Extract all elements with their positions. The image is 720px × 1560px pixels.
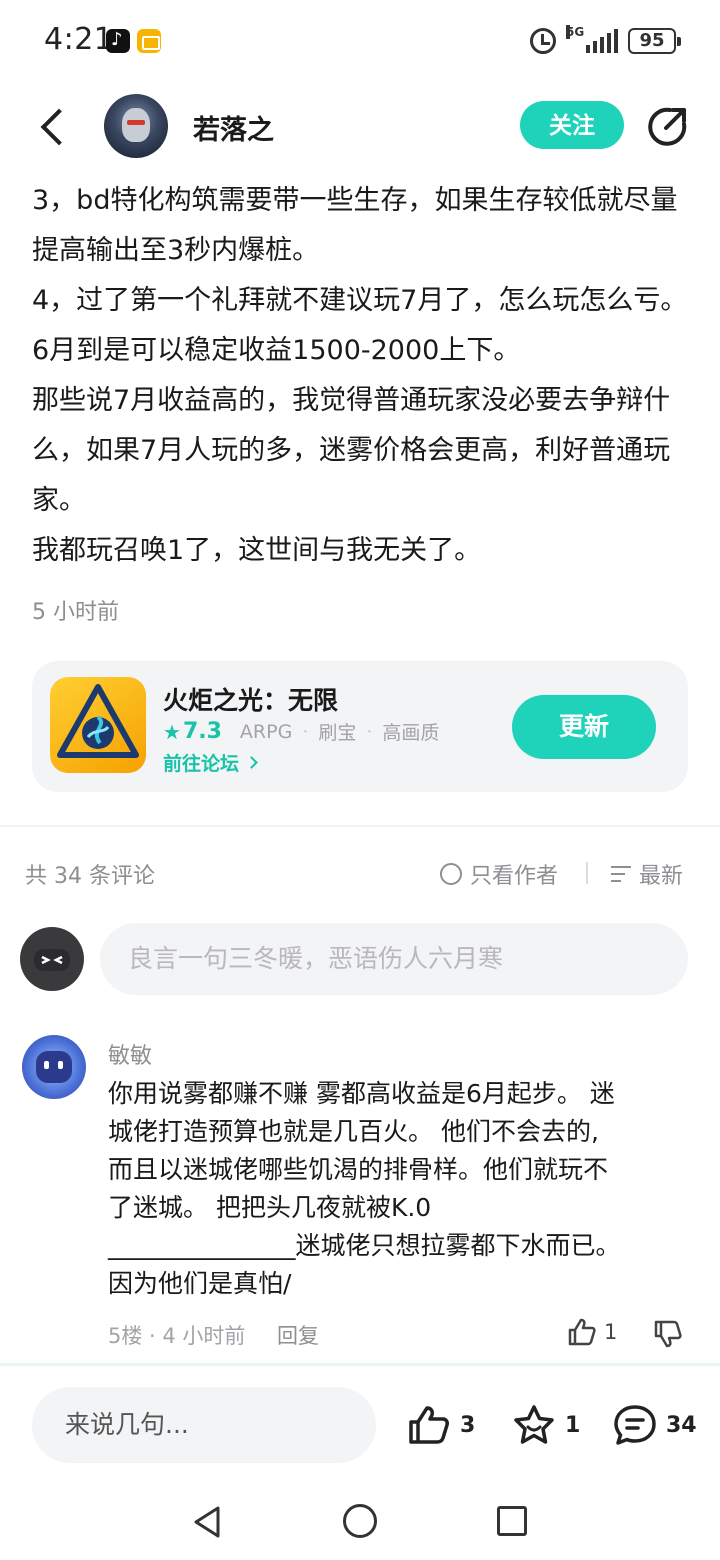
commenter-avatar[interactable] (22, 1035, 86, 1099)
game-tag: ARPG (239, 720, 293, 743)
comment-line: 而且以迷城佬哪些饥渴的排骨样。他们就玩不 (108, 1155, 609, 1184)
game-tag: 高画质 (382, 722, 440, 744)
system-nav-bar (0, 1490, 720, 1560)
my-avatar (20, 927, 84, 991)
game-name: 火炬之光：无限 (163, 686, 339, 715)
thumbs-up-icon (568, 1318, 596, 1346)
back-button[interactable] (34, 104, 74, 150)
reply-button[interactable]: 回复 (277, 1320, 319, 1350)
game-icon (50, 677, 146, 773)
chevron-right-icon (245, 756, 258, 769)
author-only-label: 只看作者 (470, 864, 559, 889)
comment-meta: 5楼 · 4 小时前 (108, 1324, 246, 1348)
post-header: 若落之 关注 (0, 84, 720, 170)
sort-latest-button[interactable]: 最新 (611, 858, 683, 890)
comment-line: 了迷城。 把把头几夜就被K.0 (108, 1193, 432, 1222)
like-count: 3 (460, 1412, 476, 1438)
mail-icon (137, 29, 161, 53)
forum-link-label: 前往论坛 (163, 753, 240, 775)
dot-separator: · (366, 720, 373, 743)
separator (586, 862, 588, 884)
share-button[interactable] (646, 104, 690, 148)
favorite-button[interactable]: 1 (511, 1402, 580, 1448)
author-only-toggle[interactable]: 只看作者 (440, 858, 558, 890)
star-outline-icon (514, 1405, 554, 1444)
post-paragraph: 3，bd特化构筑需要带一些生存，如果生存较低就尽量提高输出至3秒内爆桩。 (32, 185, 678, 266)
share-icon (648, 107, 687, 146)
author-avatar[interactable] (104, 94, 168, 158)
comment-dislike-button[interactable] (652, 1318, 684, 1354)
post-body: 3，bd特化构筑需要带一些生存，如果生存较低就尽量提高输出至3秒内爆桩。 4，过… (32, 176, 692, 576)
comment-count: 34 (666, 1412, 697, 1438)
comment-text: 你用说雾都赚不赚 雾都高收益是6月起步。 迷 城佬打造预算也就是几百火。 他们不… (108, 1075, 698, 1303)
update-button[interactable]: 更新 (512, 695, 656, 759)
forum-link[interactable]: 前往论坛 (163, 749, 258, 776)
post-paragraph: 4，过了第一个礼拜就不建议玩7月了，怎么玩怎么亏。6月到是可以稳定收益1500-… (32, 285, 688, 366)
game-rating: 7.3 (182, 719, 222, 744)
alarm-icon (530, 28, 556, 54)
battery-icon: 95 (628, 28, 681, 54)
signal-icon: 5G (566, 25, 618, 53)
favorite-count: 1 (565, 1412, 581, 1438)
triangle-back-icon (194, 1506, 220, 1538)
post-time: 5 小时前 (32, 600, 119, 625)
comment-input[interactable]: 良言一句三冬暖，恶语伤人六月寒 (100, 923, 688, 995)
post-paragraph: 我都玩召唤1了，这世间与我无关了。 (32, 535, 482, 566)
comment-button[interactable]: 34 (612, 1402, 697, 1448)
comment-line: _______________迷城佬只想拉雾都下水而已。 (108, 1231, 621, 1260)
tiktok-icon (106, 29, 130, 53)
follow-button[interactable]: 关注 (520, 101, 624, 149)
status-bar: 4:21 5G 95 (0, 0, 720, 84)
sort-label: 最新 (639, 864, 684, 889)
bottom-comment-input[interactable]: 来说几句... (32, 1387, 376, 1463)
post-paragraph: 那些说7月收益高的，我觉得普通玩家没必要去争辩什么，如果7月人玩的多，迷雾价格会… (32, 385, 671, 516)
divider (0, 825, 720, 827)
comment-like-count: 1 (604, 1320, 618, 1344)
network-label: 5G (566, 25, 585, 39)
comment-line: 城佬打造预算也就是几百火。 他们不会去的, (108, 1117, 599, 1146)
commenter-name[interactable]: 敏敏 (108, 1038, 152, 1070)
divider (0, 1363, 720, 1366)
thumbs-up-icon (409, 1406, 449, 1444)
status-indicators: 5G 95 (530, 25, 681, 56)
nav-recents-button[interactable] (497, 1506, 527, 1536)
game-card[interactable]: 火炬之光：无限 ★ 7.3 ARPG · 刷宝 · 高画质 前往论坛 更新 (32, 661, 688, 792)
nav-home-button[interactable] (343, 1504, 377, 1538)
comment-like-button[interactable]: 1 (566, 1316, 617, 1348)
author-name[interactable]: 若落之 (193, 108, 274, 147)
comment-line: 你用说雾都赚不赚 雾都高收益是6月起步。 迷 (108, 1079, 615, 1108)
star-icon: ★ (163, 719, 181, 744)
sort-icon (611, 864, 633, 884)
radio-circle-icon (440, 863, 462, 885)
nav-back-button[interactable] (190, 1504, 226, 1540)
comment-bubble-icon (614, 1405, 656, 1445)
game-meta: ★ 7.3 ARPG · 刷宝 · 高画质 (163, 718, 439, 745)
like-button[interactable]: 3 (406, 1402, 475, 1448)
dot-separator: · (302, 720, 309, 743)
thumbs-down-icon (654, 1320, 682, 1348)
status-time: 4:21 (44, 22, 114, 57)
game-tag: 刷宝 (318, 722, 357, 744)
comment-line: 因为他们是真怕/ (108, 1269, 292, 1298)
comments-count: 共 34 条评论 (25, 864, 155, 889)
